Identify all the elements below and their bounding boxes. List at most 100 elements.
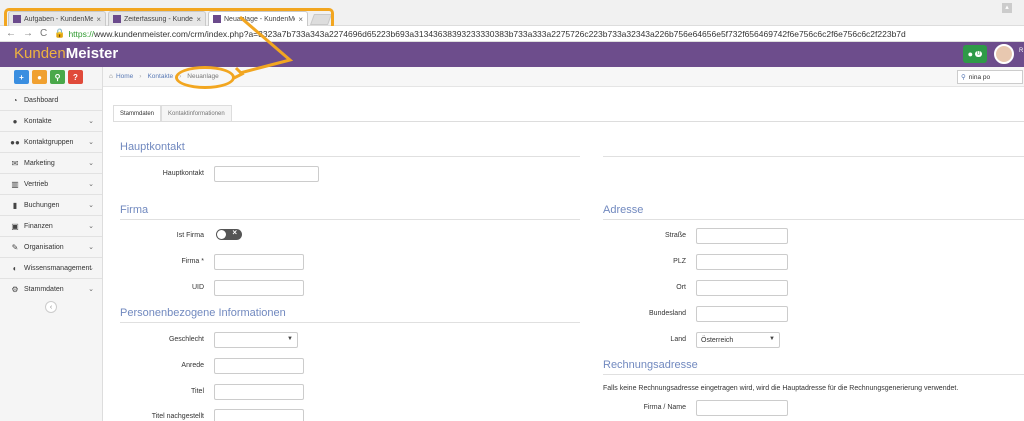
chevron-down-icon: ⌄ xyxy=(88,118,94,125)
contrast-icon: ◐ xyxy=(12,263,18,273)
section-title-personen: Personenbezogene Informationen xyxy=(120,307,286,319)
section-divider xyxy=(603,374,1024,375)
ist-firma-label: Ist Firma xyxy=(176,232,204,239)
sidebar-item-label: Kontakte xyxy=(24,117,52,125)
app-header: KundenMeister ● 0 R xyxy=(0,42,1024,67)
anrede-label: Anrede xyxy=(181,362,204,369)
titel-input[interactable] xyxy=(214,384,304,400)
tab-stammdaten[interactable]: Stammdaten xyxy=(113,105,162,121)
section-title-rechnungsadresse: Rechnungsadresse xyxy=(603,359,698,371)
home-icon: ⌂ xyxy=(109,73,113,80)
logo[interactable]: KundenMeister xyxy=(14,45,118,62)
ort-label: Ort xyxy=(676,284,686,291)
titel-nachgestellt-input[interactable] xyxy=(214,409,304,421)
chat-quick-button[interactable]: ● xyxy=(32,70,47,84)
caret-down-icon: ▼ xyxy=(769,336,775,342)
sidebar-item-label: Marketing xyxy=(24,159,55,167)
chat-icon: ● xyxy=(37,72,42,82)
search-quick-button[interactable]: ⚲ xyxy=(50,70,65,84)
chevron-down-icon: ⌄ xyxy=(88,265,94,272)
strasse-label: Straße xyxy=(664,232,686,239)
land-select[interactable]: Österreich ▼ xyxy=(696,332,780,348)
sidebar-item-marketing[interactable]: ✉ Marketing ⌄ xyxy=(0,152,102,173)
user-icon: ● xyxy=(12,116,18,126)
search-value: nina po xyxy=(968,73,991,81)
chevron-down-icon: ⌄ xyxy=(88,223,94,230)
sidebar: + ● ⚲? ◔ Dashboard ● Kontakte ⌄ ●● Kontaktgruppe… xyxy=(0,67,103,421)
breadcrumb-kontakte[interactable]: Kontakte xyxy=(147,73,173,80)
hauptkontakt-label: Hauptkontakt xyxy=(162,170,204,177)
firma-name-label: Firma / Name xyxy=(643,404,686,411)
cogs-icon: ⚙ xyxy=(11,284,19,294)
section-divider xyxy=(120,156,580,157)
plus-quick-button[interactable]: + xyxy=(14,70,29,84)
users-icon: ●● xyxy=(10,137,20,147)
sidebar-item-dashboard[interactable]: ◔ Dashboard xyxy=(0,89,102,110)
geschlecht-select[interactable]: ▼ xyxy=(214,332,298,348)
browser-user-icon[interactable]: ▴ xyxy=(1002,3,1012,13)
sidebar-item-kontakte[interactable]: ● Kontakte ⌄ xyxy=(0,110,102,131)
chat-bubble-icon: ● xyxy=(967,49,974,59)
envelope-icon: ✉ xyxy=(11,158,19,168)
url-scheme: https:// xyxy=(68,28,94,39)
sidebar-item-buchungen[interactable]: ▮ Buchungen ⌄ xyxy=(0,194,102,215)
titel-nachgestellt-label: Titel nachgestellt xyxy=(151,413,204,420)
user-name[interactable]: R xyxy=(1019,48,1023,54)
breadcrumb-home[interactable]: Home xyxy=(116,73,133,80)
edit-icon: ✎ xyxy=(11,242,19,252)
lock-icon: 🔒 xyxy=(54,28,66,38)
sidebar-item-vertrieb[interactable]: ▥ Vertrieb ⌄ xyxy=(0,173,102,194)
logo-bold: Meister xyxy=(65,45,119,62)
land-label: Land xyxy=(670,336,686,343)
sidebar-item-kontaktgruppen[interactable]: ●● Kontaktgruppen ⌄ xyxy=(0,131,102,152)
avatar[interactable] xyxy=(994,44,1014,64)
collapse-sidebar-button[interactable]: ‹ xyxy=(45,301,57,313)
sidebar-item-label: Organisation xyxy=(24,243,64,251)
section-title-adresse: Adresse xyxy=(603,204,644,216)
hauptkontakt-input[interactable] xyxy=(214,166,319,182)
sidebar-item-wissensmanagement[interactable]: ◐ Wissensmanagement ⌄ xyxy=(0,257,102,278)
money-icon: ▣ xyxy=(11,221,19,231)
search-icon: ⚲ xyxy=(54,72,61,82)
strasse-input[interactable] xyxy=(696,228,788,244)
sidebar-item-stammdaten[interactable]: ⚙ Stammdaten ⌄ xyxy=(0,278,102,299)
search-input[interactable]: ⚲ nina po xyxy=(957,70,1023,84)
address-bar: ← → C 🔒 https://www.kundenmeister.com/cr… xyxy=(0,26,1024,42)
search-icon: ⚲ xyxy=(961,74,966,81)
ist-firma-toggle[interactable]: × xyxy=(216,228,242,240)
land-value: Österreich xyxy=(701,336,734,344)
sidebar-item-finanzen[interactable]: ▣ Finanzen ⌄ xyxy=(0,215,102,236)
plz-input[interactable] xyxy=(696,254,788,270)
chevron-down-icon: ⌄ xyxy=(88,181,94,188)
sidebar-item-label: Buchungen xyxy=(24,201,60,209)
question-icon: ? xyxy=(73,72,78,82)
forward-icon[interactable]: → xyxy=(23,28,33,39)
rechnungsadresse-note: Falls keine Rechnungsadresse eingetragen… xyxy=(603,385,959,392)
quick-actions: + ● ⚲? xyxy=(0,67,102,89)
url-field[interactable]: https://www.kundenmeister.com/crm/index.… xyxy=(68,29,905,39)
bundesland-input[interactable] xyxy=(696,306,788,322)
caret-down-icon: ▼ xyxy=(287,336,293,342)
firma-name-input[interactable] xyxy=(696,400,788,416)
messages-button[interactable]: ● 0 xyxy=(963,45,987,63)
uid-input[interactable] xyxy=(214,280,304,296)
toggle-knob xyxy=(217,230,226,239)
close-icon: × xyxy=(232,228,237,237)
section-title-firma: Firma xyxy=(120,204,149,216)
plus-icon: + xyxy=(19,72,24,82)
content-tabs: Stammdaten Kontaktinformationen xyxy=(113,105,232,121)
anrede-input[interactable] xyxy=(214,358,304,374)
plz-label: PLZ xyxy=(673,258,686,265)
dashboard-icon: ◔ xyxy=(12,95,18,105)
section-divider xyxy=(603,156,1024,157)
sidebar-item-label: Finanzen xyxy=(24,222,53,230)
message-count: 0 xyxy=(975,51,983,57)
back-icon[interactable]: ← xyxy=(6,28,16,39)
firma-input[interactable] xyxy=(214,254,304,270)
section-title-hauptkontakt: Hauptkontakt xyxy=(120,141,185,153)
reload-icon[interactable]: C xyxy=(40,28,47,39)
question-quick-button[interactable]: ? xyxy=(68,70,83,84)
ort-input[interactable] xyxy=(696,280,788,296)
sidebar-item-organisation[interactable]: ✎ Organisation ⌄ xyxy=(0,236,102,257)
tab-kontaktinformationen[interactable]: Kontaktinformationen xyxy=(161,105,232,121)
